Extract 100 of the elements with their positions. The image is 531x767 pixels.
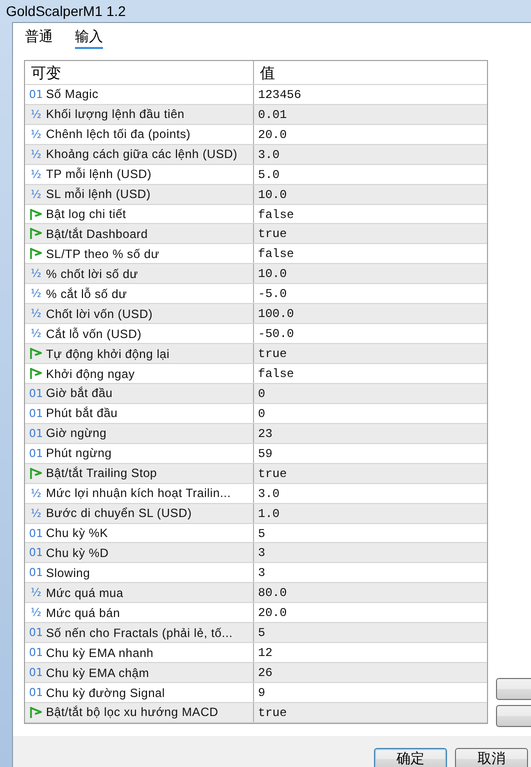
parameter-value[interactable]: 23 xyxy=(254,424,487,443)
flag-arrow-icon xyxy=(29,347,43,360)
parameter-name: Số Magic xyxy=(46,87,98,102)
parameter-name: % cắt lỗ số dư xyxy=(46,286,127,301)
parameter-name: SL mỗi lệnh (USD) xyxy=(46,187,151,202)
parameter-value[interactable]: 3 xyxy=(254,563,487,582)
parameter-name: Chu kỳ đường Signal xyxy=(46,686,165,700)
parameter-name: Chu kỳ %K xyxy=(46,526,108,540)
column-header[interactable]: 值 xyxy=(254,61,487,84)
parameter-name: Mức lợi nhuận kích hoạt Trailin... xyxy=(46,486,231,500)
parameter-name: Mức quá mua xyxy=(46,586,124,600)
integer-type-icon: 01 xyxy=(29,386,43,400)
fraction-type-icon: ½ xyxy=(29,506,43,520)
parameter-name: Phút ngừng xyxy=(46,446,112,460)
fraction-type-icon: ½ xyxy=(29,168,43,181)
parameter-value[interactable]: 5 xyxy=(254,623,487,642)
parameter-name: Tự động khởi động lại xyxy=(46,346,170,361)
fraction-type-icon: ½ xyxy=(29,327,43,340)
flag-arrow-icon xyxy=(29,466,43,480)
parameter-value[interactable]: 5.0 xyxy=(254,164,487,184)
flag-arrow-icon xyxy=(29,247,43,260)
parameter-value[interactable]: 20.0 xyxy=(254,124,487,144)
parameter-value[interactable]: false xyxy=(254,204,487,224)
parameter-name: Bật/tắt Dashboard xyxy=(46,226,148,241)
fraction-type-icon: ½ xyxy=(29,606,43,620)
fraction-type-icon: ½ xyxy=(29,486,43,500)
parameter-value[interactable]: 12 xyxy=(254,643,487,662)
tab[interactable]: 普通 xyxy=(25,28,53,49)
parameter-name: Chu kỳ EMA nhanh xyxy=(46,646,154,660)
parameter-value[interactable]: 10.0 xyxy=(254,264,487,284)
parameter-value[interactable]: 9 xyxy=(254,683,487,702)
parameter-value[interactable]: 0 xyxy=(254,384,487,403)
parameter-name: Cắt lỗ vốn (USD) xyxy=(46,326,142,341)
flag-arrow-icon xyxy=(29,706,43,719)
integer-type-icon: 01 xyxy=(29,406,43,420)
fraction-type-icon: ½ xyxy=(29,108,43,121)
parameter-name: Giờ bắt đầu xyxy=(46,386,113,400)
parameter-value[interactable]: 3.0 xyxy=(254,484,487,503)
integer-type-icon: 01 xyxy=(29,426,43,440)
integer-type-icon: 01 xyxy=(29,686,43,700)
parameter-name: Slowing xyxy=(46,566,90,580)
parameter-value[interactable]: false xyxy=(254,244,487,264)
parameter-value[interactable]: true xyxy=(254,702,487,722)
parameter-name: Mức quá bán xyxy=(46,606,120,620)
fraction-type-icon: ½ xyxy=(29,128,43,141)
parameter-name: Chu kỳ %D xyxy=(46,546,109,560)
parameter-value[interactable]: 0.01 xyxy=(254,104,487,124)
fraction-type-icon: ½ xyxy=(29,287,43,300)
parameter-name: Bật/tắt bộ lọc xu hướng MACD xyxy=(46,705,218,720)
ok-button[interactable]: 确定 xyxy=(374,748,447,767)
parameter-name: Chênh lệch tối đa (points) xyxy=(46,127,191,142)
flag-arrow-icon xyxy=(29,367,43,380)
integer-type-icon: 01 xyxy=(29,666,43,680)
parameter-name: SL/TP theo % số dư xyxy=(46,246,160,261)
parameter-value[interactable]: 0 xyxy=(254,404,487,423)
parameter-name: Số nến cho Fractals (phải lẻ, tố... xyxy=(46,626,233,640)
integer-type-icon: 01 xyxy=(29,446,43,460)
parameter-name: Khối lượng lệnh đầu tiên xyxy=(46,107,185,122)
integer-type-icon: 01 xyxy=(29,88,43,101)
parameter-name: Bước di chuyển SL (USD) xyxy=(46,506,192,520)
parameter-name: Khoảng cách giữa các lệnh (USD) xyxy=(46,147,238,162)
parameter-value[interactable]: 80.0 xyxy=(254,583,487,602)
parameter-value[interactable]: 5 xyxy=(254,524,487,542)
flag-arrow-icon xyxy=(29,227,43,240)
parameter-value[interactable]: true xyxy=(254,224,487,244)
parameter-value[interactable]: true xyxy=(254,464,487,483)
parameter-value[interactable]: 1.0 xyxy=(254,504,487,523)
parameter-value[interactable]: -5.0 xyxy=(254,284,487,304)
parameter-name: Khởi động ngay xyxy=(46,366,135,381)
parameter-value[interactable]: 3 xyxy=(254,543,487,562)
window-title: GoldScalperM1 1.2 xyxy=(6,3,126,19)
parameter-value[interactable]: 10.0 xyxy=(254,184,487,204)
parameter-value[interactable]: 123456 xyxy=(254,84,487,104)
flag-arrow-icon xyxy=(29,208,43,221)
parameter-value[interactable]: 59 xyxy=(254,444,487,463)
parameter-name: Chu kỳ EMA chậm xyxy=(46,666,150,680)
cancel-button[interactable]: 取消 xyxy=(455,748,528,767)
parameter-value[interactable]: false xyxy=(254,364,487,383)
parameter-name: Chốt lời vốn (USD) xyxy=(46,306,153,321)
parameter-name: Giờ ngừng xyxy=(46,426,107,440)
fraction-type-icon: ½ xyxy=(29,267,43,280)
parameter-value[interactable]: 3.0 xyxy=(254,144,487,164)
integer-type-icon: 01 xyxy=(29,546,43,560)
parameter-name: TP mỗi lệnh (USD) xyxy=(46,167,152,182)
fraction-type-icon: ½ xyxy=(29,148,43,161)
integer-type-icon: 01 xyxy=(29,626,43,640)
parameter-value[interactable]: -50.0 xyxy=(254,324,487,344)
integer-type-icon: 01 xyxy=(29,526,43,540)
integer-type-icon: 01 xyxy=(29,646,43,660)
parameter-name: % chốt lời số dư xyxy=(46,266,138,281)
integer-type-icon: 01 xyxy=(29,566,43,580)
parameter-value[interactable]: 20.0 xyxy=(254,603,487,622)
parameter-name: Bật/tắt Trailing Stop xyxy=(46,466,158,480)
parameter-value[interactable]: 100.0 xyxy=(254,304,487,324)
parameter-value[interactable]: true xyxy=(254,344,487,364)
column-header[interactable]: 可变 xyxy=(25,61,254,84)
parameter-name: Bật log chi tiết xyxy=(46,207,126,222)
parameter-value[interactable]: 26 xyxy=(254,663,487,682)
tab[interactable]: 输入 xyxy=(75,28,103,49)
fraction-type-icon: ½ xyxy=(29,307,43,320)
